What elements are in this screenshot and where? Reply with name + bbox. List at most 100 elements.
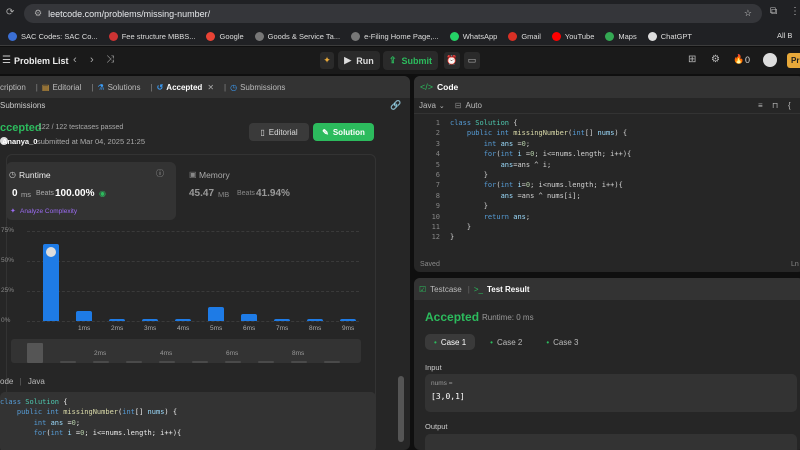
x-tick-label: 4ms bbox=[177, 325, 190, 332]
code-line: public int missingNumber(int[] nums) { bbox=[0, 407, 376, 417]
share-icon[interactable]: 🔗 bbox=[390, 100, 401, 111]
chart-bar[interactable] bbox=[142, 318, 158, 321]
chart-bar[interactable] bbox=[76, 311, 92, 321]
tab-accepted[interactable]: | ↺ Accepted ✕ bbox=[151, 83, 215, 92]
run-button[interactable]: ▶ Run bbox=[338, 51, 380, 70]
tab-testcase[interactable]: Testcase bbox=[430, 285, 462, 294]
bookmark-item[interactable]: Gmail bbox=[508, 31, 541, 41]
editorial-button[interactable]: ▯ Editorial bbox=[249, 123, 309, 141]
address-bar[interactable]: ⚙ leetcode.com/problems/missing-number/ … bbox=[24, 4, 762, 23]
case-label: Case 2 bbox=[496, 337, 523, 347]
shuffle-icon[interactable]: ⤨ bbox=[106, 54, 114, 65]
code-token: [] bbox=[134, 408, 148, 417]
info-icon[interactable]: ⓘ bbox=[156, 168, 164, 179]
bookmark-label: Gmail bbox=[521, 31, 541, 41]
tab-editorial[interactable]: | ▤ Editorial bbox=[36, 83, 82, 92]
code-token: int bbox=[50, 429, 68, 438]
streak-icon[interactable]: 🔥 bbox=[733, 54, 744, 65]
username[interactable]: Ananya_0 bbox=[2, 137, 37, 146]
x-tick-label: 9ms bbox=[342, 325, 355, 332]
chart-bar[interactable] bbox=[274, 318, 290, 321]
tab-test-result[interactable]: Test Result bbox=[487, 285, 530, 294]
chart-bar[interactable] bbox=[43, 244, 59, 321]
bookmark-label: Maps bbox=[618, 31, 637, 41]
bookmark-item[interactable]: Fee structure MBBS... bbox=[108, 31, 195, 41]
bookmark-item[interactable]: Google bbox=[206, 31, 244, 41]
notes-icon[interactable]: ▭ bbox=[464, 52, 480, 69]
bookmark-item[interactable]: SAC Codes: SAC Co... bbox=[8, 31, 98, 41]
tab-description[interactable]: cription bbox=[0, 83, 26, 92]
list-icon[interactable]: ☰ bbox=[2, 55, 11, 66]
chart-bar[interactable] bbox=[340, 318, 356, 321]
code-token: =ans ^ i; bbox=[513, 160, 552, 169]
layout-icon[interactable]: ⊞ bbox=[688, 54, 696, 65]
menu-icon[interactable]: ⋮ bbox=[790, 6, 800, 17]
tab-solutions[interactable]: | ⚗ Solutions bbox=[91, 83, 140, 92]
code-editor[interactable]: 1 class Solution {2 public int missingNum… bbox=[422, 118, 632, 243]
next-problem-icon[interactable]: › bbox=[90, 54, 94, 66]
language-select[interactable]: Java bbox=[419, 101, 436, 110]
bookmark-item[interactable]: WhatsApp bbox=[449, 31, 497, 41]
chart-bar[interactable] bbox=[307, 318, 323, 321]
case-label: Case 3 bbox=[553, 337, 579, 347]
debug-icon[interactable]: ✦ bbox=[320, 52, 334, 69]
settings-icon[interactable]: ⚙ bbox=[711, 54, 720, 65]
bookmark-star-icon[interactable]: ☆ bbox=[744, 8, 752, 19]
bookmark-item[interactable]: YouTube bbox=[551, 31, 594, 41]
chart-bar[interactable] bbox=[175, 318, 191, 321]
line-number: 1 bbox=[435, 119, 440, 127]
timer-icon[interactable]: ⏰ bbox=[444, 52, 460, 69]
scrollbar[interactable] bbox=[398, 376, 404, 442]
bookmark-item[interactable]: Goods & Service Ta... bbox=[254, 31, 340, 41]
memory-title[interactable]: Memory bbox=[199, 170, 230, 180]
chart-bar[interactable] bbox=[208, 306, 224, 321]
avatar[interactable] bbox=[763, 53, 777, 67]
test-result-panel: ☑ Testcase | >_ Test Result Accepted Run… bbox=[414, 278, 800, 450]
gridline bbox=[27, 261, 359, 262]
mini-bar bbox=[126, 361, 142, 363]
case-tab-2[interactable]: • Case 2 bbox=[481, 334, 531, 350]
prev-problem-icon[interactable]: ‹ bbox=[73, 54, 77, 66]
braces-icon[interactable]: { bbox=[788, 101, 791, 110]
bookmarks-list: SAC Codes: SAC Co... Fee structure MBBS..… bbox=[0, 31, 703, 41]
case-tab-1[interactable]: • Case 1 bbox=[425, 334, 476, 350]
close-tab-icon[interactable]: ✕ bbox=[207, 83, 214, 92]
extensions-icon[interactable]: ⧉ bbox=[770, 6, 777, 17]
mini-bar bbox=[258, 361, 274, 363]
editor-title[interactable]: Code bbox=[437, 82, 458, 92]
code-token: } bbox=[450, 233, 455, 242]
chart-bar[interactable] bbox=[109, 318, 125, 321]
run-label: Run bbox=[356, 55, 374, 66]
bookmark-item[interactable]: Maps bbox=[605, 31, 637, 41]
reload-icon[interactable]: ⟳ bbox=[6, 7, 14, 18]
chevron-down-icon: ⌄ bbox=[438, 102, 445, 110]
submit-button[interactable]: ⇪ Submit bbox=[383, 51, 438, 70]
runtime-distribution-chart: 75% 50% 25% 0% 1ms 2ms 3ms 4ms 5ms 6ms 7ms 8ms 9ms bbox=[0, 225, 369, 345]
tab-submissions[interactable]: | ◷ Submissions bbox=[224, 83, 285, 92]
range-selector[interactable]: 2ms 4ms 6ms 8ms bbox=[11, 339, 361, 363]
bookmark-item[interactable]: ChatGPT bbox=[647, 31, 692, 41]
bookmark-item[interactable]: e-Filing Home Page,... bbox=[351, 31, 439, 41]
auto-mode[interactable]: Auto bbox=[465, 101, 481, 110]
mini-tick-label: 2ms bbox=[94, 350, 107, 357]
solution-button[interactable]: ✎ Solution bbox=[313, 123, 374, 141]
line-number: 7 bbox=[435, 181, 440, 190]
code-token: class bbox=[0, 398, 26, 406]
bookmark-icon[interactable]: ⊓ bbox=[772, 101, 778, 110]
chart-bar[interactable] bbox=[241, 313, 257, 321]
input-box: nums = [3,0,1] bbox=[425, 374, 797, 412]
editor-toolbar: Java ⌄ ⊟ Auto ≡ ⊓ { bbox=[414, 98, 800, 114]
format-icon[interactable]: ≡ bbox=[758, 101, 763, 110]
case-tab-3[interactable]: • Case 3 bbox=[537, 334, 587, 350]
all-bookmarks[interactable]: All B bbox=[777, 31, 792, 40]
problem-list-link[interactable]: Problem List bbox=[14, 56, 69, 66]
analyze-link[interactable]: Analyze Complexity bbox=[20, 208, 77, 215]
runtime-box[interactable]: ◷ Runtime ⓘ 0 ms Beats 100.00% ◉ ✦ Analy… bbox=[6, 162, 176, 220]
premium-button[interactable]: Pr bbox=[787, 53, 800, 68]
site-info-icon[interactable]: ⚙ bbox=[34, 8, 42, 19]
left-panel: cription | ▤ Editorial | ⚗ Solutions | ↺ Accep… bbox=[0, 76, 410, 450]
